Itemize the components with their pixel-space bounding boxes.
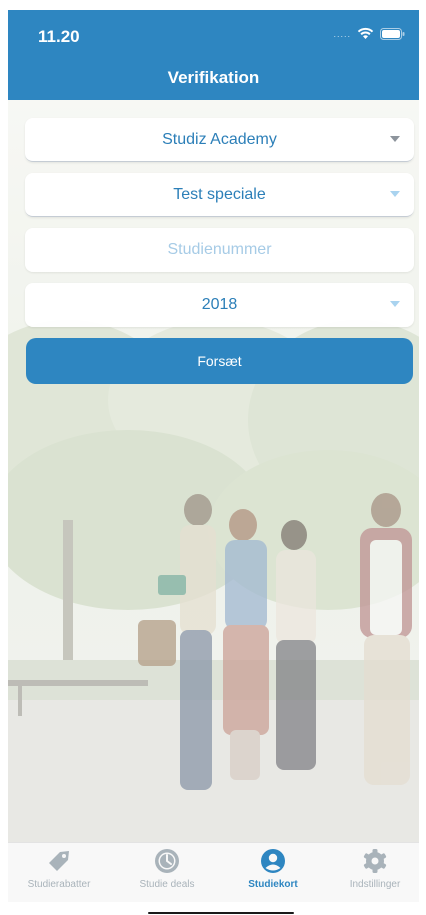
- status-icons: .....: [333, 27, 405, 40]
- year-value: 2018: [201, 296, 238, 313]
- page-title: Verifikation: [167, 68, 260, 87]
- phone-screen: 11.20 ..... Verifikation Studiz Academy …: [8, 10, 419, 915]
- tab-studie-deals[interactable]: Studie deals: [116, 847, 218, 890]
- tab-studiekort[interactable]: Studiekort: [222, 847, 324, 890]
- specialty-value: Test speciale: [173, 185, 266, 203]
- specialty-select[interactable]: Test speciale: [25, 173, 414, 217]
- status-time: 11.20: [38, 27, 80, 46]
- institution-value: Studiz Academy: [162, 130, 277, 148]
- signal-icon: .....: [333, 28, 351, 39]
- chevron-down-icon: [390, 191, 400, 197]
- tab-label: Studie deals: [139, 879, 195, 890]
- tab-indstillinger[interactable]: Indstillinger: [324, 847, 419, 890]
- continue-button[interactable]: Forsæt: [26, 338, 413, 384]
- chevron-down-icon: [390, 301, 400, 307]
- student-number-placeholder: Studienummer: [167, 241, 272, 258]
- student-number-input[interactable]: Studienummer: [25, 228, 414, 272]
- home-indicator: [148, 912, 294, 914]
- wifi-icon: [357, 27, 374, 40]
- tag-icon: [45, 847, 73, 878]
- tab-studierabatter[interactable]: Studierabatter: [8, 847, 110, 890]
- tab-label: Studiekort: [248, 879, 298, 890]
- gear-icon: [361, 847, 389, 878]
- year-select[interactable]: 2018: [25, 283, 414, 327]
- tab-label: Indstillinger: [349, 879, 401, 890]
- tab-label: Studierabatter: [27, 879, 91, 890]
- user-icon: [260, 848, 286, 877]
- chevron-down-icon: [390, 136, 400, 142]
- battery-icon: [380, 27, 405, 40]
- clock-icon: [153, 847, 181, 878]
- header-bar: 11.20 ..... Verifikation: [8, 10, 419, 100]
- institution-select[interactable]: Studiz Academy: [25, 118, 414, 162]
- tab-bar: Studierabatter Studie deals Studiekort I…: [8, 842, 419, 902]
